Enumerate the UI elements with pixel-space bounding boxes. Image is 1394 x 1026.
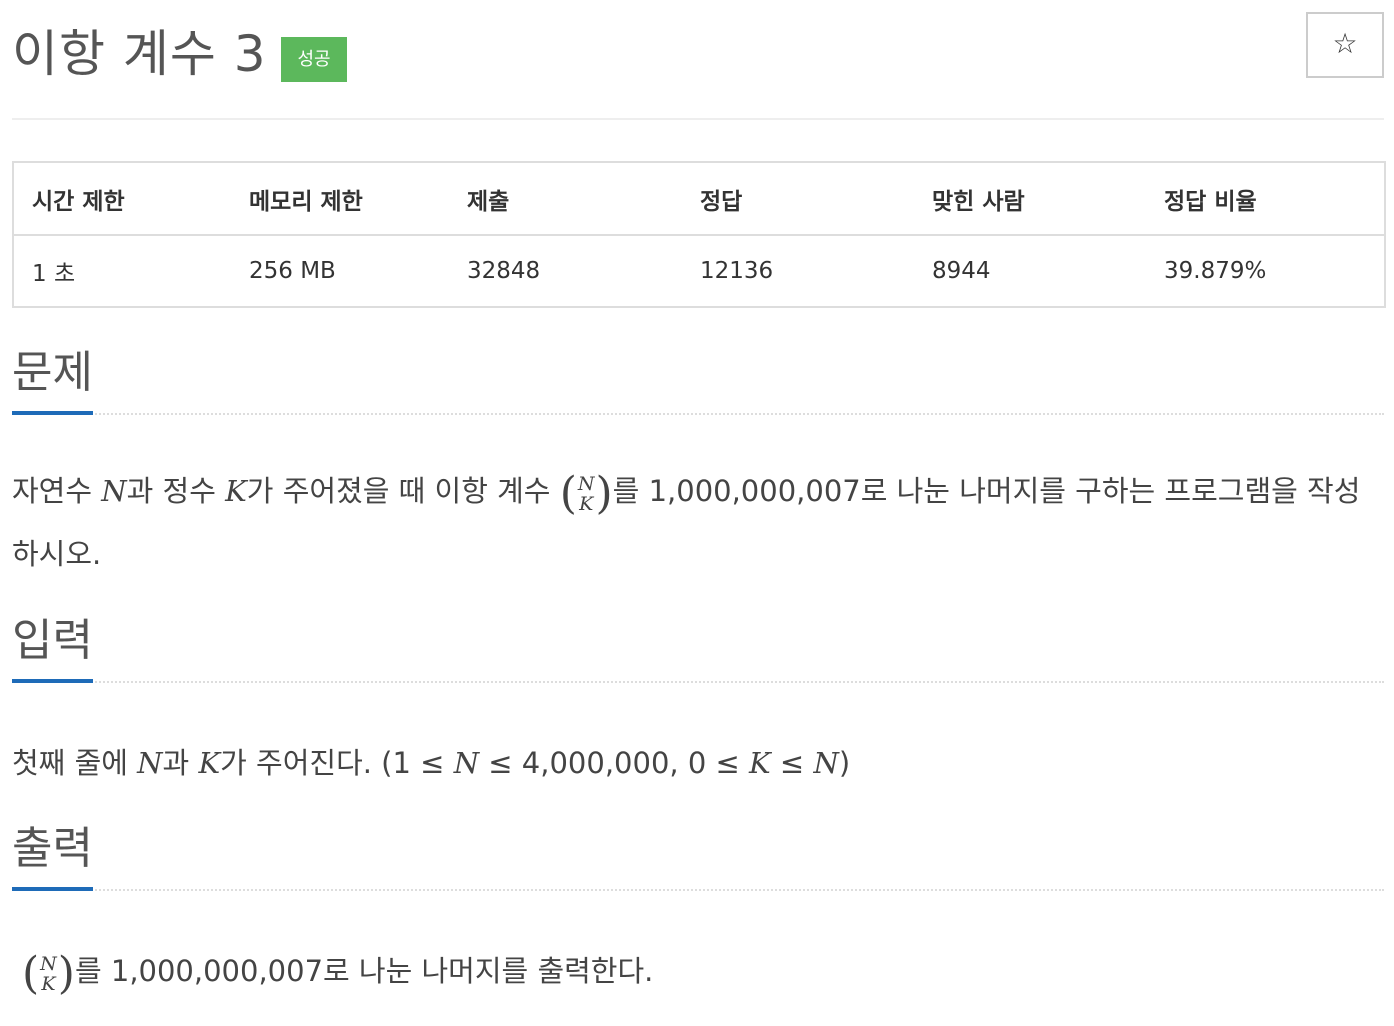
- binomial-coefficient: (N K): [22, 948, 75, 999]
- star-button[interactable]: ☆: [1306, 12, 1384, 78]
- problem-section: 문제 자연수 N과 정수 K가 주어졌을 때 이항 계수 (N K)를 1,000…: [12, 345, 1384, 584]
- star-icon: ☆: [1332, 27, 1358, 60]
- problem-description: 자연수 N과 정수 K가 주어졌을 때 이항 계수 (N K)를 1,000,00…: [12, 461, 1384, 584]
- time-limit-value: 1 초: [32, 261, 76, 287]
- math-var-n: N: [101, 474, 127, 508]
- output-section: 출력 (N K)를 1,000,000,007로 나눈 나머지를 출력한다.: [12, 821, 1384, 1004]
- input-text: ≤ 4,000,000, 0 ≤: [479, 746, 750, 780]
- table-header-row: 시간 제한 메모리 제한 제출 정답 맞힌 사람 정답 비율: [13, 162, 1385, 236]
- output-section-header: 출력: [12, 821, 1384, 891]
- input-text: ): [838, 746, 851, 780]
- header-time-limit: 시간 제한: [13, 162, 231, 236]
- math-var-n: N: [453, 746, 480, 780]
- problem-text: 자연수: [12, 474, 102, 508]
- math-var-n: N: [137, 746, 163, 780]
- problem-section-header: 문제: [12, 345, 1384, 415]
- math-var-k: K: [198, 746, 221, 780]
- input-text: 가 주어진다. (1 ≤: [220, 746, 454, 780]
- table-row: 1 초 256 MB 32848 12136 8944 39.879%: [13, 235, 1385, 307]
- input-section-title: 입력: [12, 613, 93, 683]
- problem-info-table: 시간 제한 메모리 제한 제출 정답 맞힌 사람 정답 비율 1 초 256 M…: [12, 161, 1386, 308]
- output-text: 를 1,000,000,007로 나눈 나머지를 출력한다.: [74, 954, 654, 988]
- header-submissions: 제출: [449, 162, 682, 236]
- header-solved-users: 맞힌 사람: [914, 162, 1146, 236]
- problem-text: 과 정수: [126, 474, 226, 508]
- math-var-k: K: [749, 746, 771, 780]
- input-text: 첫째 줄에: [12, 746, 138, 780]
- problem-section-title: 문제: [12, 345, 93, 415]
- memory-limit-value: 256 MB: [249, 258, 336, 284]
- input-text: 과: [162, 746, 199, 780]
- problem-page: 이항 계수 3 성공 ☆ 시간 제한 메모리 제한 제출 정답 맞힌 사람 정답…: [12, 0, 1386, 999]
- output-description: (N K)를 1,000,000,007로 나눈 나머지를 출력한다.: [12, 941, 1384, 1004]
- binom-top: N: [577, 473, 595, 495]
- header-memory-limit: 메모리 제한: [231, 162, 449, 236]
- problem-title: 이항 계수 3: [12, 25, 267, 83]
- binom-bottom: K: [579, 493, 594, 515]
- header-accept-ratio: 정답 비율: [1146, 162, 1385, 236]
- submissions-value: 32848: [467, 258, 541, 284]
- accept-ratio-value: 39.879%: [1164, 258, 1267, 284]
- output-section-title: 출력: [12, 821, 93, 891]
- math-var-n: N: [813, 746, 839, 780]
- accepted-value: 12136: [700, 258, 774, 284]
- binom-bottom: K: [41, 973, 56, 995]
- problem-header: 이항 계수 3 성공 ☆: [12, 0, 1384, 120]
- solved-users-value: 8944: [932, 258, 991, 284]
- binomial-coefficient: (N K): [559, 468, 613, 519]
- binom-top: N: [40, 953, 57, 975]
- math-var-k: K: [225, 474, 247, 508]
- input-description: 첫째 줄에 N과 K가 주어진다. (1 ≤ N ≤ 4,000,000, 0 …: [12, 733, 1384, 793]
- status-badge: 성공: [281, 37, 347, 82]
- input-text: ≤: [770, 746, 814, 780]
- input-section: 입력 첫째 줄에 N과 K가 주어진다. (1 ≤ N ≤ 4,000,000,…: [12, 613, 1384, 793]
- header-accepted: 정답: [682, 162, 914, 236]
- problem-text: 가 주어졌을 때 이항 계수: [246, 474, 560, 508]
- input-section-header: 입력: [12, 613, 1384, 683]
